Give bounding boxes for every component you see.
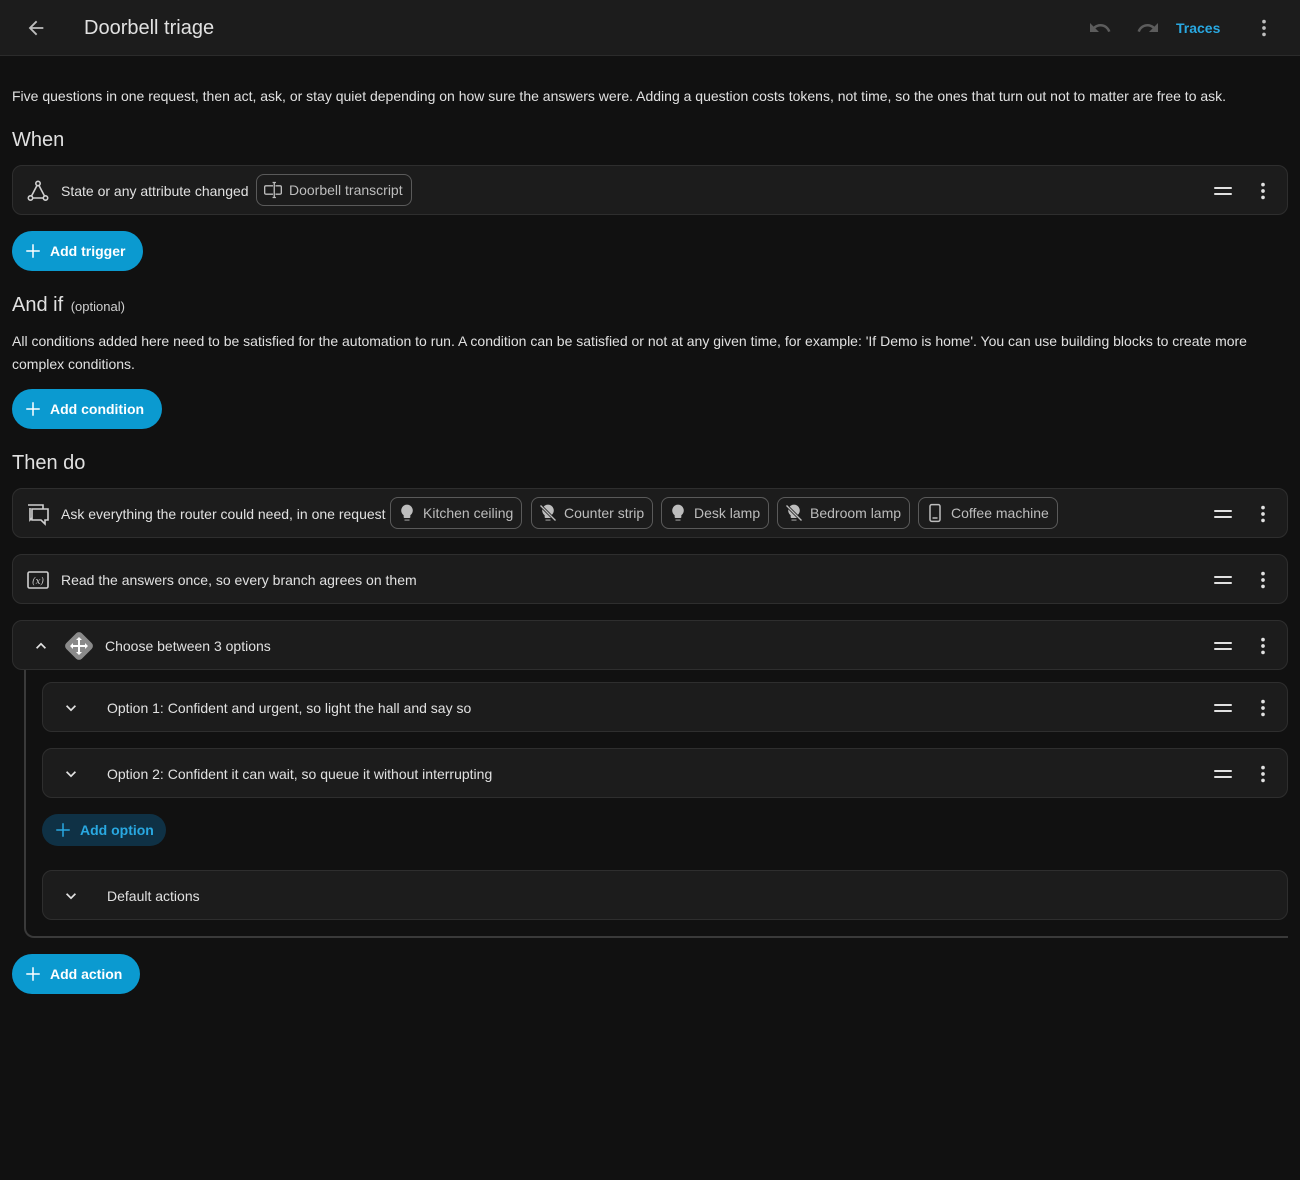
optional-label: (optional) <box>70 299 125 314</box>
entity-chip-label: Counter strip <box>564 505 645 521</box>
conditions-help-text: All conditions added here need to be sat… <box>12 333 1247 372</box>
arrow-left-icon <box>28 20 44 36</box>
action-label: Read the answers once, so every branch a… <box>61 572 417 588</box>
variable-icon: (x) <box>25 567 51 593</box>
dots-vertical-icon <box>1261 699 1265 717</box>
entity-chip-label: Bedroom lamp <box>810 505 902 521</box>
lightbulb-icon <box>397 503 417 523</box>
drag-handle[interactable] <box>1211 634 1235 658</box>
add-condition-label: Add condition <box>50 401 145 417</box>
automation-description: Five questions in one request, then act,… <box>12 88 1227 104</box>
dots-vertical-icon <box>1262 19 1266 37</box>
tablet-icon <box>925 503 945 523</box>
expand-button[interactable] <box>59 762 83 786</box>
trigger-card[interactable]: State or any attribute changed Doorbell … <box>12 165 1288 215</box>
plus-icon <box>24 965 42 983</box>
collapse-button[interactable] <box>29 634 53 658</box>
top-app-bar: Doorbell triage Traces <box>0 0 1300 56</box>
add-condition-button[interactable]: Add condition <box>12 389 163 429</box>
add-trigger-label: Add trigger <box>50 243 126 259</box>
entity-chip-coffee-machine[interactable]: Coffee machine <box>918 497 1058 529</box>
lightbulb-off-icon <box>538 503 558 523</box>
action-more-button[interactable] <box>1251 502 1275 526</box>
text-field-icon <box>263 180 283 200</box>
plus-icon <box>24 400 42 418</box>
option-more-button[interactable] <box>1251 762 1275 786</box>
chevron-down-icon <box>66 893 76 900</box>
traces-link[interactable]: Traces <box>1176 18 1220 38</box>
lightbulb-off-icon <box>784 503 804 523</box>
drag-handle[interactable] <box>1211 762 1235 786</box>
add-trigger-button[interactable]: Add trigger <box>12 231 144 271</box>
when-heading: When <box>12 129 65 151</box>
dots-vertical-icon <box>1261 765 1265 783</box>
redo-button[interactable] <box>1128 8 1168 48</box>
entity-chip-label: Coffee machine <box>951 505 1049 521</box>
drag-handle[interactable] <box>1211 179 1235 203</box>
chevron-down-icon <box>66 771 76 778</box>
option-more-button[interactable] <box>1251 696 1275 720</box>
then-do-heading: Then do <box>12 452 86 474</box>
option-label: Option 1: Confident and urgent, so light… <box>107 700 472 716</box>
conversation-icon <box>25 501 51 527</box>
action-card-choose[interactable]: Choose between 3 options <box>12 620 1288 670</box>
dots-vertical-icon <box>1261 182 1265 200</box>
lightbulb-icon <box>668 503 688 523</box>
chevron-up-icon <box>36 642 46 649</box>
drag-handle[interactable] <box>1211 502 1235 526</box>
undo-button[interactable] <box>1080 8 1120 48</box>
entity-chip-desk-lamp[interactable]: Desk lamp <box>661 497 770 529</box>
entity-chip-label: Doorbell transcript <box>289 182 403 198</box>
action-card-variables[interactable]: (x) Read the answers once, so every bran… <box>12 554 1288 604</box>
entity-chip-doorbell-transcript[interactable]: Doorbell transcript <box>256 174 412 206</box>
plus-icon <box>54 821 72 839</box>
redo-icon <box>1137 23 1158 32</box>
dots-vertical-icon <box>1261 505 1265 523</box>
entity-chip-bedroom-lamp[interactable]: Bedroom lamp <box>777 497 911 529</box>
page-title: Doorbell triage <box>84 17 215 39</box>
default-actions-card[interactable]: Default actions <box>42 870 1288 920</box>
choose-icon <box>61 628 97 664</box>
option-card-1[interactable]: Option 1: Confident and urgent, so light… <box>42 682 1288 732</box>
more-menu-button[interactable] <box>1244 8 1284 48</box>
default-actions-label: Default actions <box>107 888 200 904</box>
action-card-ask[interactable]: Ask everything the router could need, in… <box>12 488 1288 538</box>
chevron-down-icon <box>66 705 76 712</box>
drag-handle[interactable] <box>1211 568 1235 592</box>
expand-button[interactable] <box>59 884 83 908</box>
entity-chip-counter-strip[interactable]: Counter strip <box>531 497 654 529</box>
back-button[interactable] <box>16 8 56 48</box>
option-label: Option 2: Confident it can wait, so queu… <box>107 766 493 782</box>
entity-chip-label: Desk lamp <box>694 505 761 521</box>
state-change-icon <box>25 178 51 204</box>
undo-icon <box>1090 23 1111 32</box>
dots-vertical-icon <box>1261 571 1265 589</box>
svg-text:(x): (x) <box>32 576 45 587</box>
add-option-label: Add option <box>80 822 154 838</box>
drag-handle[interactable] <box>1211 696 1235 720</box>
entity-chip-kitchen-ceiling[interactable]: Kitchen ceiling <box>390 497 523 529</box>
action-more-button[interactable] <box>1251 634 1275 658</box>
expand-button[interactable] <box>59 696 83 720</box>
add-action-label: Add action <box>50 966 123 982</box>
action-label: Choose between 3 options <box>105 638 271 654</box>
dots-vertical-icon <box>1261 637 1265 655</box>
plus-icon <box>24 242 42 260</box>
entity-chip-label: Kitchen ceiling <box>423 505 514 521</box>
trigger-more-button[interactable] <box>1251 179 1275 203</box>
action-label: Ask everything the router could need, in… <box>61 506 386 522</box>
add-option-button[interactable]: Add option <box>42 814 166 846</box>
add-action-button[interactable]: Add action <box>12 954 141 994</box>
option-card-2[interactable]: Option 2: Confident it can wait, so queu… <box>42 748 1288 798</box>
and-if-heading: And if (optional) <box>12 293 125 319</box>
trigger-label: State or any attribute changed <box>61 183 249 199</box>
and-if-title: And if <box>12 294 64 316</box>
action-more-button[interactable] <box>1251 568 1275 592</box>
